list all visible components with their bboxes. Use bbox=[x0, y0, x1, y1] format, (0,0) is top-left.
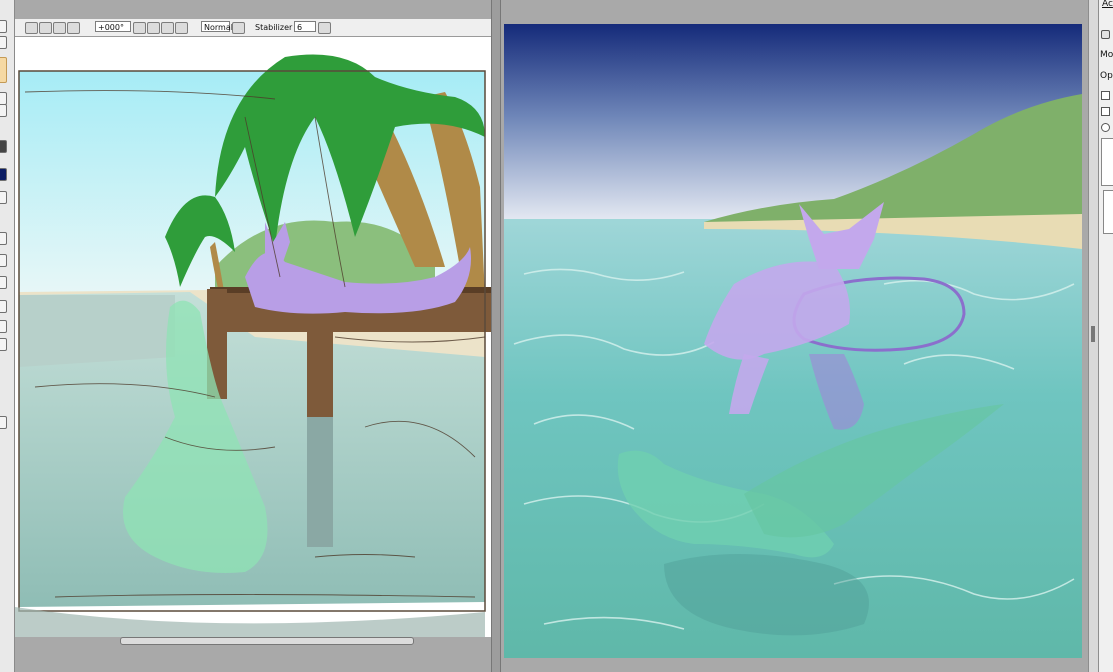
color-swatch-primary[interactable] bbox=[0, 168, 7, 181]
opacity-label: Op bbox=[1100, 71, 1113, 81]
tool-button[interactable] bbox=[0, 254, 7, 267]
checkbox[interactable] bbox=[1101, 91, 1110, 100]
layer-list[interactable] bbox=[1103, 190, 1113, 234]
mode-label: Mo bbox=[1100, 50, 1113, 60]
tool-button-selected[interactable] bbox=[0, 57, 7, 83]
zoom-out-button[interactable] bbox=[25, 22, 38, 34]
chevron-down-icon[interactable] bbox=[318, 22, 331, 34]
checkbox[interactable] bbox=[1101, 107, 1110, 116]
tool-button[interactable] bbox=[0, 20, 7, 33]
rotation-field[interactable]: +000° bbox=[95, 21, 131, 32]
tool-button[interactable] bbox=[0, 338, 7, 351]
beach-sketch-artwork bbox=[15, 37, 491, 637]
tool-button[interactable] bbox=[0, 191, 7, 204]
scrollbar-thumb[interactable] bbox=[1091, 326, 1095, 342]
layer-preview[interactable] bbox=[1101, 138, 1113, 186]
tool-button[interactable] bbox=[0, 276, 7, 289]
tool-button[interactable] bbox=[0, 416, 7, 429]
ocean-painting-artwork bbox=[504, 24, 1082, 658]
canvas-toolbar: +000° Normal Stabilizer 6 bbox=[15, 19, 491, 37]
zoom-actual-button[interactable] bbox=[67, 22, 80, 34]
color-swatch-secondary[interactable] bbox=[0, 140, 7, 153]
tool-button[interactable] bbox=[0, 320, 7, 333]
panel-header: Ac bbox=[1102, 0, 1113, 9]
radio-button[interactable] bbox=[1101, 123, 1110, 132]
tool-strip bbox=[0, 0, 15, 672]
stabilizer-label: Stabilizer bbox=[255, 23, 293, 32]
horizontal-scrollbar[interactable] bbox=[120, 637, 414, 645]
tool-button[interactable] bbox=[0, 104, 7, 117]
stabilizer-select[interactable]: 6 bbox=[294, 21, 316, 32]
rotate-reset-button[interactable] bbox=[161, 22, 174, 34]
blend-mode-select[interactable]: Normal bbox=[201, 21, 233, 32]
flip-button[interactable] bbox=[175, 22, 188, 34]
zoom-in-button[interactable] bbox=[39, 22, 52, 34]
plus-icon[interactable] bbox=[1101, 30, 1110, 39]
tool-button[interactable] bbox=[0, 36, 7, 49]
window-divider[interactable] bbox=[491, 0, 501, 672]
tool-button[interactable] bbox=[0, 232, 7, 245]
rotate-left-button[interactable] bbox=[133, 22, 146, 34]
rotate-right-button[interactable] bbox=[147, 22, 160, 34]
tool-button[interactable] bbox=[0, 300, 7, 313]
layer-panel: Ac Mo Op bbox=[1098, 0, 1113, 672]
right-drawing-canvas[interactable] bbox=[504, 24, 1082, 658]
zoom-fit-button[interactable] bbox=[53, 22, 66, 34]
chevron-down-icon[interactable] bbox=[232, 22, 245, 34]
left-drawing-canvas[interactable] bbox=[15, 37, 491, 637]
